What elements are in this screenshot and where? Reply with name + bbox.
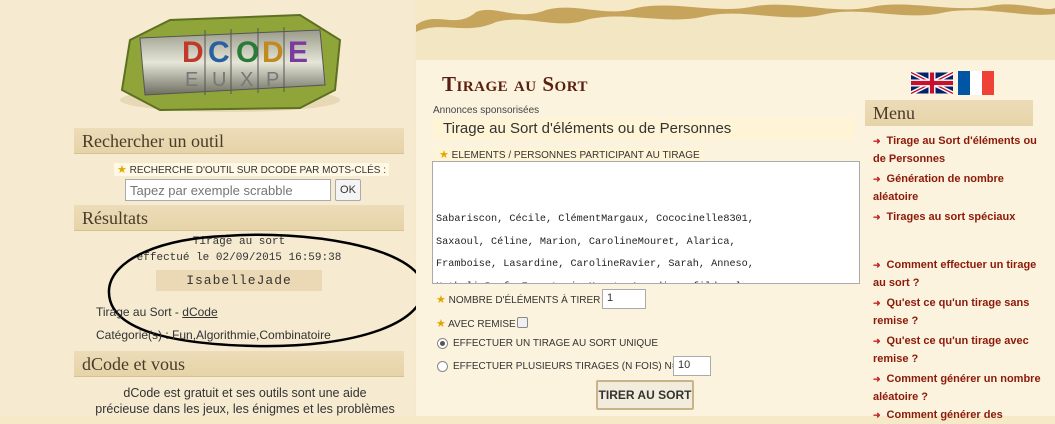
svg-text:D: D [262,36,284,69]
menu-arrow-icon: ➜ [873,174,881,184]
menu-item-label: Tirage au Sort d'éléments ou de Personne… [873,135,1037,165]
participants-line: NathaliePerf, Eva, LouiseManet, Amandine… [436,277,856,284]
participants-line: Framboise, Lasardine, CarolineRavier, Sa… [436,259,754,270]
uk-flag-icon[interactable] [911,71,953,95]
multi-draw-label: EFFECTUER PLUSIEURS TIRAGES (N FOIS) N= [453,361,678,372]
menu-arrow-icon: ➜ [873,136,881,146]
participants-lines: Sabariscon, Cécile, ClémentMargaux, Coco… [436,209,856,284]
search-label: ★ RECHERCHE D'OUTIL SUR DCODE PAR MOTS-C… [114,163,390,176]
menu-item-label: Comment générer un nombre aléatoire ? [873,373,1041,403]
dcode-section-title: dCode et vous [74,351,404,377]
svg-text:E: E [288,36,308,69]
svg-text:U: U [212,69,226,91]
dcode-description: dCode est gratuit et ses outils sont une… [80,385,410,417]
menu-item-avec-remise[interactable]: ➜ Qu'est ce qu'un tirage avec remise ? [873,332,1048,368]
menu-item-label: Génération de nombre aléatoire [873,173,1004,203]
elements-label: ★ ELEMENTS / PERSONNES PARTICIPANT AU TI… [436,148,703,161]
search-label-text: RECHERCHE D'OUTIL SUR DCODE PAR MOTS-CLÉ… [129,165,387,176]
menu-item-nombre[interactable]: ➜ Génération de nombre aléatoire [873,170,1048,206]
star-icon: ★ [436,318,446,330]
search-input[interactable] [125,179,331,201]
page-title: Tirage au Sort [442,72,589,96]
star-icon: ★ [436,294,446,306]
count-label: ★ NOMBRE D'ÉLÉMENTS À TIRER [436,293,600,306]
menu-arrow-icon: ➜ [873,336,881,346]
menu-item-label: Qu'est ce qu'un tirage sans remise ? [873,297,1030,327]
dcode-logo-icon[interactable]: D C O D E EUXP [100,0,360,118]
count-label-text: NOMBRE D'ÉLÉMENTS À TIRER [448,295,601,306]
menu-arrow-icon: ➜ [873,374,881,384]
tool-link-prefix: Tirage au Sort - [96,305,183,319]
participants-textarea[interactable]: Sabariscon, Cécile, ClémentMargaux, Coco… [432,161,860,284]
menu-arrow-icon: ➜ [873,260,881,270]
menu-item-label: Comment générer des [886,409,1003,421]
svg-text:O: O [236,36,259,69]
count-input[interactable]: 1 [602,289,646,309]
menu-item-tirage[interactable]: ➜ Tirage au Sort d'éléments ou de Personn… [873,132,1048,168]
star-icon: ★ [439,149,449,161]
menu-item-generer[interactable]: ➜ Comment générer un nombre aléatoire ? [873,370,1048,406]
menu-item-sans-remise[interactable]: ➜ Qu'est ce qu'un tirage sans remise ? [873,294,1048,330]
menu-arrow-icon: ➜ [873,410,881,420]
participants-line: Sabariscon, Cécile, ClémentMargaux, Coco… [436,214,754,225]
ads-label: Annonces sponsorisées [433,105,540,116]
single-draw-radio[interactable] [437,338,448,349]
menu-item-label: Tirages au sort spéciaux [886,211,1016,223]
single-draw-label: EFFECTUER UN TIRAGE AU SORT UNIQUE [453,338,659,349]
participants-line: Saxaoul, Céline, Marion, CarolineMouret,… [436,236,736,248]
search-section-title: Rechercher un outil [74,128,404,154]
menu-title: Menu [865,100,1033,126]
logo-letter-d: D [182,36,204,69]
fr-flag-icon[interactable] [956,71,996,95]
menu-item-comment[interactable]: ➜ Comment effectuer un tirage au sort ? [873,256,1048,292]
remise-checkbox[interactable] [517,317,528,328]
star-icon: ★ [117,164,127,176]
remise-label-text: AVEC REMISE [448,319,516,330]
ads-link[interactable]: Tirage au Sort d'éléments ou de Personne… [433,118,854,140]
dcode-link[interactable]: dCode [182,305,217,319]
dcode-desc-line1: dCode est gratuit et ses outils sont une… [123,386,367,400]
draw-button[interactable]: TIRER AU SORT [596,380,694,410]
menu-item-speciaux[interactable]: ➜ Tirages au sort spéciaux [873,208,1048,226]
dcode-desc-line2: précieuse dans les jeux, les énigmes et … [95,402,395,416]
multi-draw-radio[interactable] [437,361,448,372]
menu-arrow-icon: ➜ [873,212,881,222]
svg-text:E: E [185,69,198,91]
menu-item-label: Comment effectuer un tirage au sort ? [873,259,1037,289]
tool-link[interactable]: Tirage au Sort - dCode [96,305,218,319]
remise-label: ★ AVEC REMISE [436,317,516,330]
categories: Catégorie(s) : Fun,Algorithmie,Combinato… [96,328,331,342]
multi-count-input[interactable]: 10 [673,356,711,376]
menu-item-generer-des[interactable]: ➜ Comment générer des [873,406,1048,424]
svg-text:C: C [208,36,230,69]
svg-text:X: X [240,69,253,91]
svg-text:P: P [266,69,279,91]
menu-arrow-icon: ➜ [873,298,881,308]
elements-label-text: ELEMENTS / PERSONNES PARTICIPANT AU TIRA… [451,150,700,161]
ok-button[interactable]: OK [335,179,361,201]
menu-item-label: Qu'est ce qu'un tirage avec remise ? [873,335,1029,365]
